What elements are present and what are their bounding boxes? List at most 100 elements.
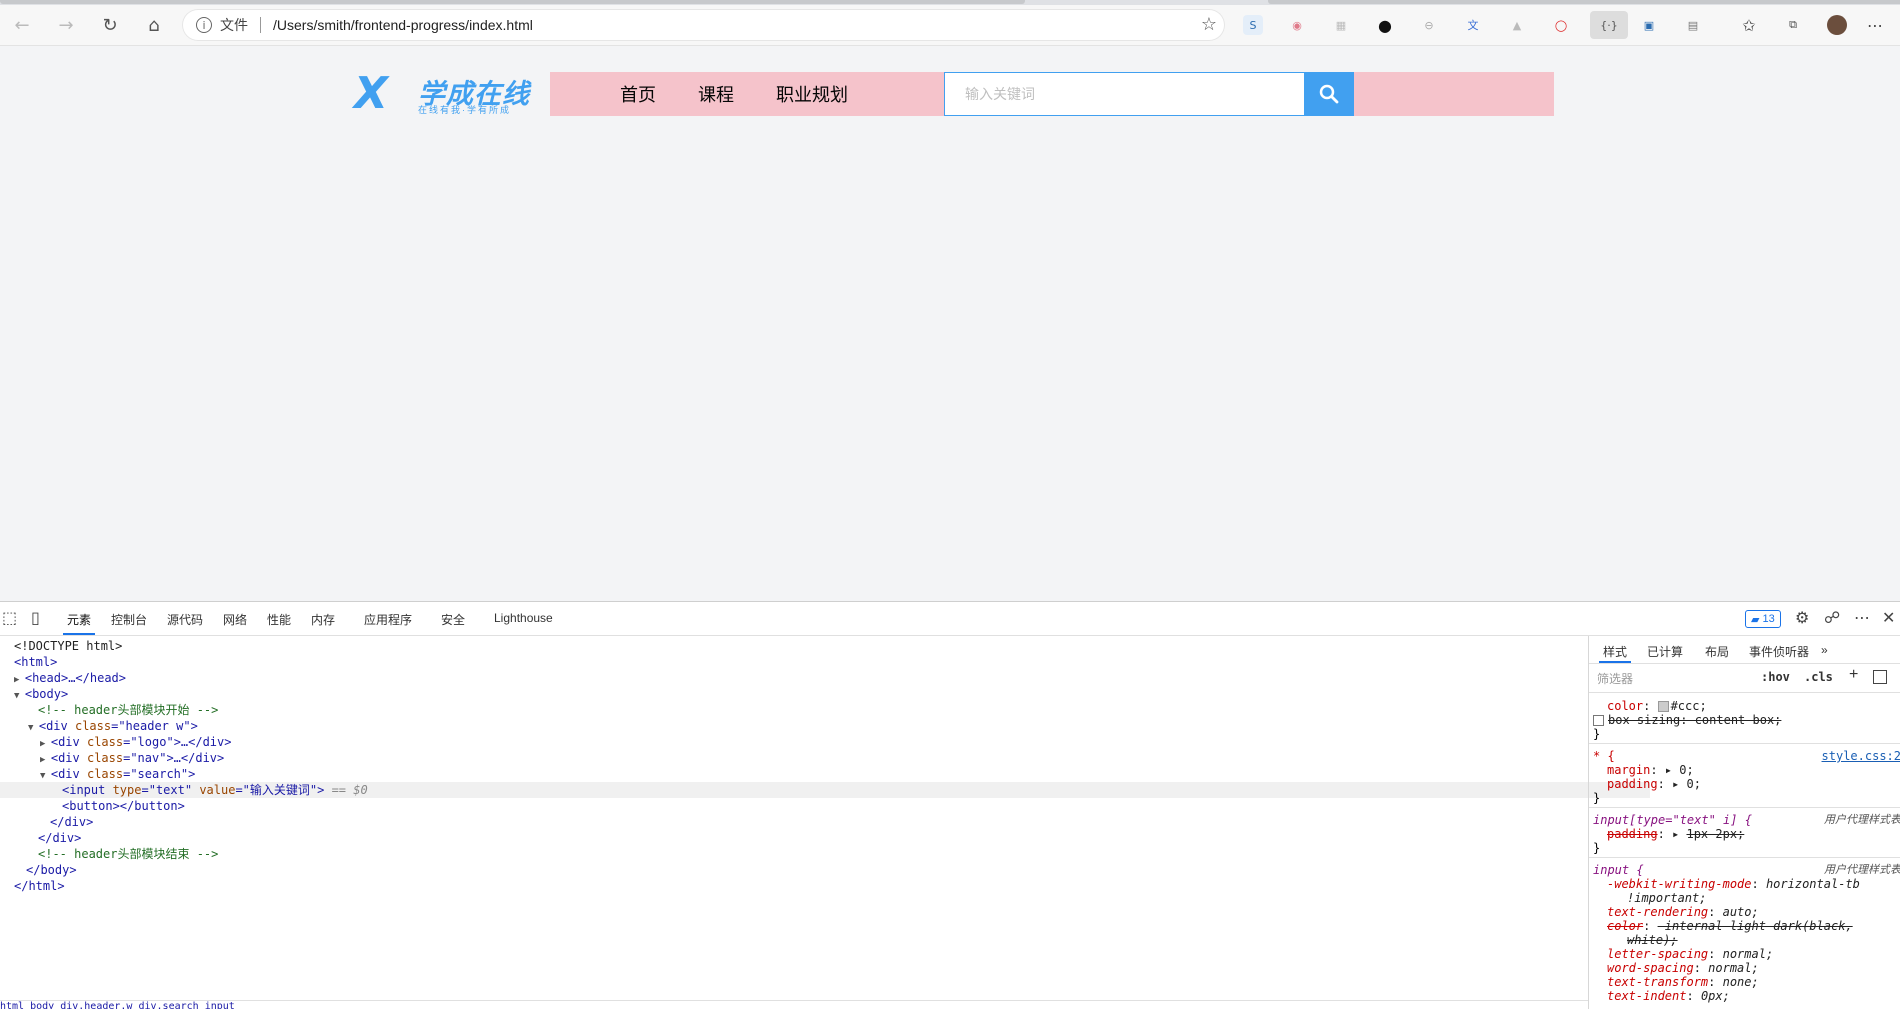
styles-tab-layout[interactable]: 布局 [1705,643,1729,660]
close-devtools-icon[interactable]: ✕ [1882,608,1895,627]
devtools-tab-network[interactable]: 网络 [223,611,247,628]
devtools-tab-elements[interactable]: 元素 [62,611,96,635]
style-declaration[interactable]: color: -internal-light-dark(black, [1589,919,1900,933]
devtools-tab-sources[interactable]: 源代码 [167,611,203,628]
devtools-tab-memory[interactable]: 内存 [311,611,335,628]
nav-home[interactable]: 首页 [620,81,656,107]
dom-line[interactable]: <button></button> [0,798,1650,814]
dom-line[interactable]: </div> [0,814,1638,830]
dom-line[interactable]: </div> [0,830,1626,846]
devtools-tab-security[interactable]: 安全 [441,611,465,628]
device-toolbar-icon[interactable]: ▯ [31,608,40,627]
settings-gear-icon[interactable]: ⚙ [1795,608,1809,627]
dom-line[interactable]: ▼ <div class="search"> [0,766,1628,782]
expand-triangle-icon[interactable]: ▶ [40,755,51,765]
style-declaration: !important; [1627,891,1707,905]
collapse-triangle-icon[interactable]: ▼ [14,691,25,701]
devtools-tab-performance[interactable]: 性能 [267,611,291,628]
dom-line[interactable]: </body> [0,862,1614,878]
dom-line[interactable]: ▼ <body> [0,686,1602,702]
declaration-checkbox[interactable] [1593,715,1604,726]
more-tabs-icon[interactable]: » [1821,643,1828,657]
add-favorite-icon[interactable]: ☆ [1201,14,1217,35]
expand-triangle-icon[interactable]: ▶ [40,739,51,749]
back-icon[interactable]: ← [8,11,36,39]
browser-tab[interactable] [0,0,1025,4]
nav-courses[interactable]: 课程 [698,81,734,107]
style-declaration[interactable]: margin: ▸ 0; [1589,763,1900,777]
styles-tab-event-listeners[interactable]: 事件侦听器 [1749,643,1809,660]
dom-line[interactable]: <!-- header头部模块结束 --> [0,846,1626,862]
styles-filter-input[interactable]: 筛选器 [1597,670,1633,687]
logo[interactable]: X 学成在线 在线有我·学有所成 [352,72,550,116]
cls-toggle[interactable]: .cls [1804,670,1833,684]
collections-icon[interactable]: ⧉ [1783,15,1803,35]
devtools-more-icon[interactable]: ⋯ [1854,608,1870,627]
style-declaration: white); [1627,933,1678,947]
rule-close: } [1593,727,1601,741]
forward-icon[interactable]: → [52,11,80,39]
style-declaration[interactable]: padding: ▸ 0; [1589,777,1900,791]
source-link[interactable]: style.css:2 [1822,749,1900,763]
dom-line[interactable]: ▶ <div class="logo">…</div> [0,734,1628,750]
style-declaration[interactable]: text-indent: 0px; [1589,989,1900,1003]
extension-doc-icon[interactable]: ▣ [1639,15,1659,35]
style-declaration[interactable]: text-transform: none; [1589,975,1900,989]
extension-circle-icon[interactable]: ● [1375,15,1395,35]
feedback-icon[interactable]: ☍ [1824,608,1840,627]
dom-line[interactable]: <!DOCTYPE html> [0,638,1602,654]
translate-icon[interactable]: 文 [1463,15,1483,35]
style-declaration[interactable]: word-spacing: normal; [1589,961,1900,975]
search-input[interactable]: 输入关键词 [944,72,1304,116]
reading-list-icon[interactable]: ▤ [1683,15,1703,35]
expand-triangle-icon[interactable]: ▶ [14,675,25,685]
dom-line[interactable]: ▶ <div class="nav">…</div> [0,750,1628,766]
address-url[interactable]: /Users/smith/frontend-progress/index.htm… [273,17,533,33]
extension-s-icon[interactable]: S [1243,15,1263,35]
dom-line[interactable]: <!-- header头部模块开始 --> [0,702,1626,718]
rule-selector[interactable]: * {style.css:2 [1589,749,1900,763]
new-rule-icon[interactable]: + [1849,666,1858,684]
avatar[interactable] [1827,15,1847,35]
extension-record-icon[interactable]: ◯ [1551,15,1571,35]
browser-tab[interactable] [1268,0,1900,4]
dom-line[interactable]: <html> [0,654,1602,670]
collapse-triangle-icon[interactable]: ▼ [28,723,39,733]
home-icon[interactable]: ⌂ [140,11,168,39]
search-button[interactable] [1304,72,1354,116]
extension-a-icon[interactable]: ▲ [1507,15,1527,35]
color-swatch[interactable] [1657,701,1669,712]
inspect-element-icon[interactable]: ⬚ [2,608,17,627]
dom-line-selected[interactable]: <input type="text" value="输入关键词"> == $0 [0,782,1650,798]
dom-line[interactable]: ▼ <div class="header w"> [0,718,1616,734]
collapse-triangle-icon[interactable]: ▼ [40,771,51,781]
devtools-tab-lighthouse[interactable]: Lighthouse [494,611,553,625]
toggle-sidebar-icon[interactable] [1873,670,1887,684]
devtools-tab-console[interactable]: 控制台 [111,611,147,628]
styles-tab-styles[interactable]: 样式 [1598,643,1632,663]
extension-grid-icon[interactable]: ▦ [1331,15,1351,35]
devtools-tab-application[interactable]: 应用程序 [364,611,412,628]
style-declaration[interactable]: color: #ccc; [1589,699,1900,713]
nav-career[interactable]: 职业规划 [776,81,848,107]
rule-selector[interactable]: input {用户代理样式表 [1589,863,1900,877]
style-declaration[interactable]: -webkit-writing-mode: horizontal-tb [1589,877,1900,891]
hov-toggle[interactable]: :hov [1761,670,1790,684]
style-declaration[interactable]: letter-spacing: normal; [1589,947,1900,961]
favorites-icon[interactable]: ✩ [1739,15,1759,35]
address-bar[interactable]: i 文件 /Users/smith/frontend-progress/inde… [182,9,1225,41]
reload-icon[interactable]: ↻ [96,11,124,39]
extension-json-icon[interactable]: {·} [1590,11,1628,39]
info-icon[interactable]: i [196,17,212,33]
dom-line[interactable]: ▶ <head>…</head> [0,670,1602,686]
style-declaration[interactable]: padding: ▸ 1px 2px; [1589,827,1900,841]
dom-line[interactable]: </html> [0,878,1602,894]
extension-minus-icon[interactable]: ⊖ [1419,15,1439,35]
rule-selector[interactable]: input[type="text" i] {用户代理样式表 [1589,813,1900,827]
extension-cat-icon[interactable]: ◉ [1287,15,1307,35]
style-declaration[interactable]: box-sizing: content-box; [1589,713,1900,727]
style-declaration[interactable]: text-rendering: auto; [1589,905,1900,919]
more-menu-icon[interactable]: ⋯ [1865,15,1885,35]
issues-badge[interactable]: ▰ 13 [1745,610,1781,628]
styles-tab-computed[interactable]: 已计算 [1647,643,1683,660]
